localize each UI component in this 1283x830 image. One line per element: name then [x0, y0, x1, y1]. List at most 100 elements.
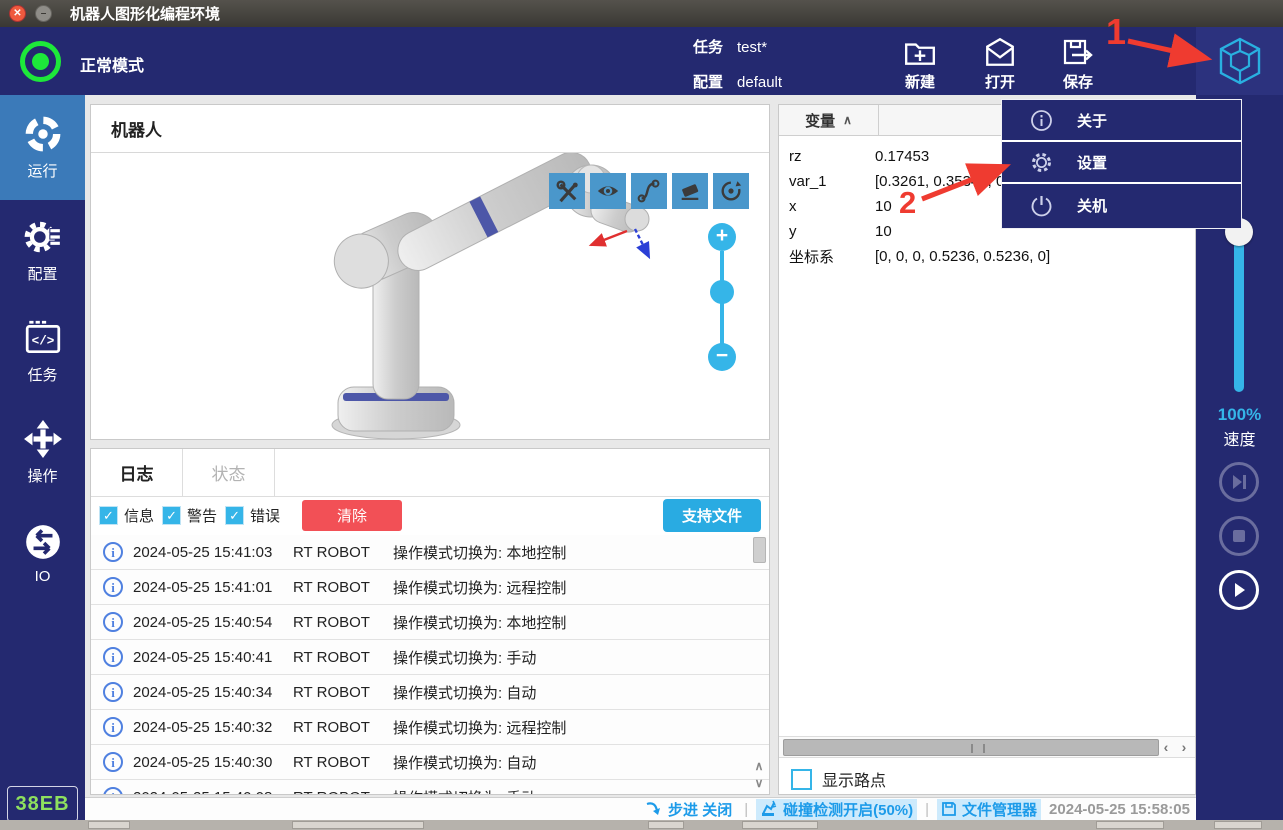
code-window-icon: </> [23, 318, 63, 358]
checkbox-unchecked-icon[interactable] [791, 769, 812, 790]
config-value: default [737, 74, 782, 91]
scroll-down-icon[interactable]: ∨ [751, 775, 767, 792]
filter-warning[interactable]: ✓ 警告 [162, 505, 217, 526]
visibility-button[interactable] [590, 173, 626, 209]
filter-info[interactable]: ✓ 信息 [99, 505, 154, 526]
scroll-right-icon[interactable]: › [1175, 737, 1193, 758]
play-button[interactable] [1219, 570, 1259, 610]
config-label: 配置 [693, 74, 723, 91]
step-icon [645, 801, 663, 817]
eraser-button[interactable] [672, 173, 708, 209]
divider: | [744, 801, 748, 818]
tab-log[interactable]: 日志 [91, 449, 183, 496]
speed-percent: 100% [1196, 405, 1283, 425]
menu-item-settings[interactable]: 设置 [1002, 142, 1241, 184]
open-button[interactable]: 打开 [965, 36, 1035, 92]
zoom-out-button[interactable]: − [708, 343, 736, 371]
menu-item-shutdown[interactable]: 关机 [1002, 184, 1241, 226]
variables-hscrollbar[interactable]: ‹ › [779, 736, 1195, 758]
clear-log-button[interactable]: 清除 [302, 500, 402, 531]
power-icon [1030, 194, 1053, 217]
play-icon [1230, 581, 1248, 599]
zoom-slider-handle[interactable] [710, 280, 734, 304]
log-row: i 2024-05-25 15:40:41 RT ROBOT 操作模式切换为: … [91, 640, 769, 675]
gear-icon [1030, 151, 1053, 174]
file-manager-button[interactable]: 文件管理器 [937, 799, 1041, 820]
info-icon: i [103, 682, 123, 702]
step-mode-status[interactable]: 步进 关闭 [641, 799, 736, 820]
info-icon [1030, 109, 1053, 132]
status-badge: 38EB [7, 786, 78, 822]
log-filter-row: ✓ 信息 ✓ 警告 ✓ 错误 清除 支持文件 [91, 497, 769, 534]
checkbox-checked-icon[interactable]: ✓ [225, 506, 244, 525]
robot-panel-title: 机器人 [91, 105, 769, 153]
filter-error[interactable]: ✓ 错误 [225, 505, 280, 526]
skip-next-icon [1230, 473, 1248, 491]
log-row: i 2024-05-25 15:40:54 RT ROBOT 操作模式切换为: … [91, 605, 769, 640]
sidebar-item-run[interactable]: 运行 [0, 95, 85, 200]
stop-button[interactable] [1219, 516, 1259, 556]
log-row: i 2024-05-25 15:41:01 RT ROBOT 操作模式切换为: … [91, 570, 769, 605]
status-timestamp: 2024-05-25 15:58:05 [1049, 801, 1190, 818]
svg-text:</>: </> [31, 333, 54, 348]
new-folder-icon [903, 36, 937, 68]
task-value: test* [737, 39, 767, 56]
collision-detection-status[interactable]: 碰撞检测开启(50%) [756, 799, 917, 820]
stop-icon [1231, 528, 1247, 544]
log-list[interactable]: i 2024-05-25 15:41:03 RT ROBOT 操作模式切换为: … [91, 535, 769, 794]
app-dropdown-menu: 关于 设置 关机 [1001, 99, 1242, 229]
new-button[interactable]: 新建 [885, 36, 955, 92]
close-button[interactable]: ✕ [9, 5, 26, 22]
info-icon: i [103, 577, 123, 597]
minimize-button[interactable]: – [35, 5, 52, 22]
sidebar-item-config[interactable]: 配置 [0, 200, 85, 301]
scroll-up-icon[interactable]: ∧ [751, 758, 767, 775]
speed-slider-track[interactable] [1234, 232, 1244, 392]
log-scrollbar[interactable] [753, 537, 766, 563]
collision-icon [760, 800, 778, 818]
info-icon: i [103, 612, 123, 632]
sidebar-item-operate[interactable]: 操作 [0, 402, 85, 503]
run-icon [23, 114, 63, 154]
rotate-view-button[interactable] [713, 173, 749, 209]
window-title: 机器人图形化编程环境 [70, 3, 220, 24]
left-sidebar: 运行 配置 </> 任务 操作 [0, 95, 85, 820]
checkbox-checked-icon[interactable]: ✓ [99, 506, 118, 525]
tools-icon [555, 179, 579, 203]
app-window: ✕ – 机器人图形化编程环境 正常模式 任务test* 配置default 新建… [0, 0, 1283, 830]
info-icon: i [103, 752, 123, 772]
save-icon [1061, 36, 1095, 68]
info-icon: i [103, 717, 123, 737]
app-menu-button[interactable] [1196, 27, 1283, 95]
checkbox-checked-icon[interactable]: ✓ [162, 506, 181, 525]
sidebar-item-task[interactable]: </> 任务 [0, 301, 85, 402]
step-next-button[interactable] [1219, 462, 1259, 502]
task-label: 任务 [693, 39, 723, 56]
zoom-in-button[interactable]: + [708, 223, 736, 251]
tab-status[interactable]: 状态 [183, 449, 275, 496]
task-row: 任务 test* [693, 36, 767, 57]
mode-indicator-icon [20, 41, 61, 82]
save-button[interactable]: 保存 [1043, 36, 1113, 92]
speed-label: 速度 [1196, 426, 1283, 450]
log-scroll-arrows[interactable]: ∧ ∨ [751, 758, 767, 792]
status-bar: 步进 关闭 | 碰撞检测开启(50%) | 文件管理器 2024-05-25 1… [85, 797, 1196, 820]
open-file-icon [983, 36, 1017, 68]
menu-item-about[interactable]: 关于 [1002, 100, 1241, 142]
hscroll-thumb[interactable] [783, 739, 1159, 756]
variables-header-cell[interactable]: 变量 ∧ [779, 105, 879, 135]
log-row: i 2024-05-25 15:41:03 RT ROBOT 操作模式切换为: … [91, 535, 769, 570]
gear-lines-icon [23, 217, 63, 257]
log-row: i 2024-05-25 15:40:30 RT ROBOT 操作模式切换为: … [91, 745, 769, 780]
tools-button[interactable] [549, 173, 585, 209]
scroll-left-icon[interactable]: ‹ [1157, 737, 1175, 758]
support-files-button[interactable]: 支持文件 [663, 499, 761, 532]
sidebar-item-io[interactable]: IO [0, 503, 85, 604]
log-row: i 2024-05-25 15:40:34 RT ROBOT 操作模式切换为: … [91, 675, 769, 710]
variable-row[interactable]: 坐标系 [0, 0, 0, 0.5236, 0.5236, 0] [779, 244, 1195, 269]
eye-icon [596, 179, 620, 203]
app-logo-icon [1214, 35, 1266, 87]
show-waypoints-row[interactable]: 显示路点 [791, 767, 886, 791]
io-arrows-icon [23, 522, 63, 562]
path-button[interactable] [631, 173, 667, 209]
